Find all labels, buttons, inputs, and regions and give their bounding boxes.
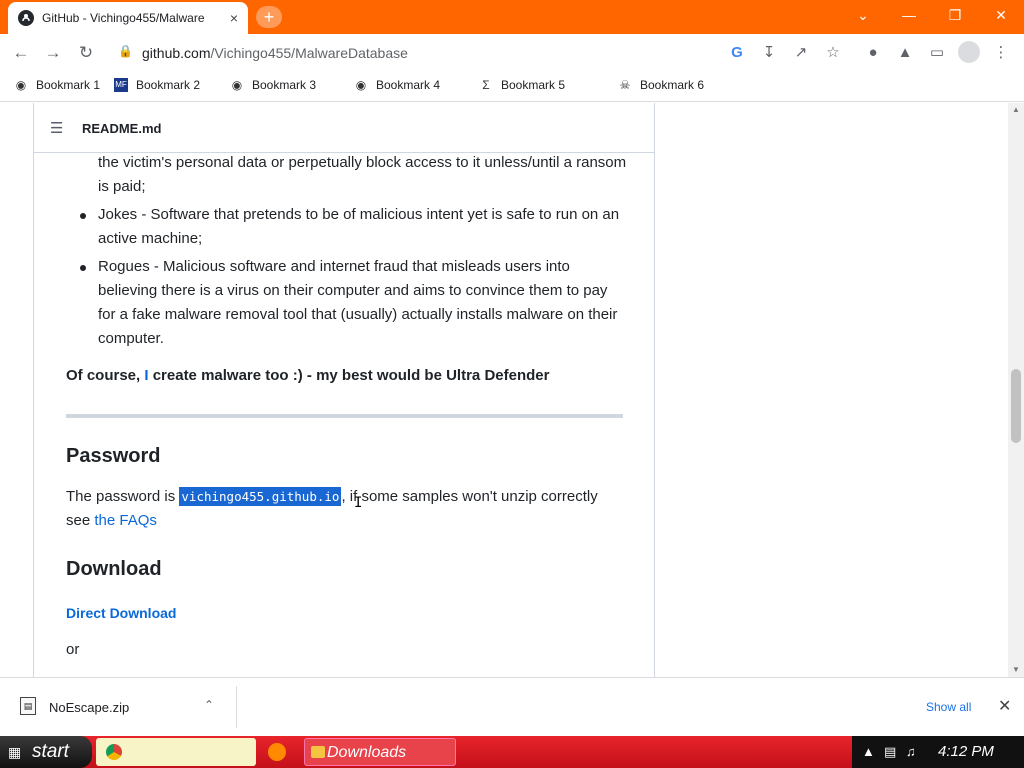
- scrollbar-thumb[interactable]: [1011, 369, 1021, 443]
- password-heading: Password: [66, 445, 161, 467]
- shelf-divider: [236, 686, 237, 728]
- list-unordered-icon[interactable]: ☰: [50, 119, 63, 137]
- bold-suffix: create malware too :) - my best would be…: [148, 367, 550, 384]
- taskbar-chrome[interactable]: [96, 738, 256, 766]
- volume-icon[interactable]: ♫: [906, 744, 916, 759]
- bookmark-item[interactable]: ☠ Bookmark 6: [618, 78, 704, 92]
- download-heading: Download: [66, 558, 162, 580]
- text-cursor-icon: I: [354, 495, 363, 511]
- taskbar-firefox[interactable]: [264, 738, 302, 766]
- mediafire-icon: MF: [114, 78, 128, 92]
- bullet-point: [80, 213, 86, 219]
- skull-icon: ☠: [619, 78, 631, 92]
- url-host: github.com: [142, 45, 211, 61]
- browser-toolbar: ← → ↻ 🔒 github.com/Vichingo455/MalwareDa…: [0, 34, 1024, 72]
- bookmark-item[interactable]: Σ Bookmark 5: [479, 78, 565, 92]
- bookmark-label: Bookmark 1: [36, 78, 101, 92]
- show-all-button[interactable]: Show all: [926, 700, 971, 714]
- system-tray: ▲ ▤ ♫ 4:12 PM: [852, 736, 1024, 768]
- start-button[interactable]: ▦ start: [0, 736, 92, 768]
- bookmark-item[interactable]: ◉ Bookmark 1: [14, 78, 100, 92]
- tab-close-icon[interactable]: ×: [230, 10, 238, 26]
- page-viewport: ☰ README.md the victim's personal data o…: [0, 103, 1008, 677]
- extensions-puzzle-icon[interactable]: ▲: [894, 42, 916, 64]
- restore-button[interactable]: ❐: [932, 0, 978, 30]
- bookmark-label: Bookmark 3: [252, 78, 317, 92]
- extension-flag-icon[interactable]: ●: [862, 42, 884, 64]
- profile-avatar[interactable]: [958, 41, 980, 63]
- bookmark-item[interactable]: ◉ Bookmark 3: [230, 78, 316, 92]
- zip-file-icon: ▤: [20, 697, 36, 715]
- install-app-icon[interactable]: ↧: [758, 42, 780, 64]
- bookmarks-bar: ◉ Bookmark 1 MF Bookmark 2 ◉ Bookmark 3 …: [0, 72, 1024, 102]
- url-path: /Vichingo455/MalwareDatabase: [210, 45, 408, 61]
- horizontal-rule: [66, 414, 623, 418]
- forward-arrow-icon[interactable]: →: [42, 42, 64, 64]
- faq-link[interactable]: the FAQs: [94, 512, 157, 529]
- bold-prefix: Of course,: [66, 367, 145, 384]
- network-icon[interactable]: ▤: [884, 744, 896, 760]
- globe-icon: ◉: [231, 78, 243, 92]
- bullet-point: [80, 265, 86, 271]
- tab-title: GitHub - Vichingo455/Malware: [42, 11, 205, 25]
- page-scrollbar[interactable]: ▲ ▼: [1008, 103, 1024, 677]
- readme-header: ☰ README.md: [34, 103, 654, 153]
- reload-icon[interactable]: ↻: [75, 42, 97, 64]
- share-icon[interactable]: ↗: [790, 42, 812, 64]
- password-code[interactable]: vichingo455.github.io: [179, 487, 342, 506]
- google-lens-icon[interactable]: G: [726, 42, 748, 64]
- bookmark-item[interactable]: MF Bookmark 2: [114, 78, 200, 92]
- ultra-defender-line: Of course, I create malware too :) - my …: [66, 367, 549, 384]
- start-label: start: [32, 741, 69, 762]
- sigma-icon: Σ: [482, 78, 490, 92]
- list-item: Jokes - Software that pretends to be of …: [98, 206, 620, 247]
- github-icon: [18, 10, 34, 26]
- url-text: github.com/Vichingo455/MalwareDatabase: [142, 45, 408, 61]
- bookmark-label: Bookmark 2: [136, 78, 201, 92]
- new-tab-button[interactable]: +: [256, 6, 282, 28]
- back-arrow-icon[interactable]: ←: [10, 42, 32, 64]
- globe-icon: ◉: [15, 78, 27, 92]
- tray-arrow-icon[interactable]: ▲: [862, 744, 875, 759]
- list-item: the victim's personal data or perpetuall…: [98, 154, 627, 195]
- firefox-icon: [268, 743, 286, 761]
- password-paragraph: The password is vichingo455.github.io, i…: [66, 485, 626, 533]
- lock-icon[interactable]: 🔒: [118, 44, 133, 58]
- close-window-button[interactable]: ✕: [978, 0, 1024, 30]
- password-prefix: The password is: [66, 488, 180, 505]
- bookmark-label: Bookmark 6: [640, 78, 705, 92]
- close-shelf-icon[interactable]: ✕: [998, 696, 1011, 716]
- globe-icon: ◉: [355, 78, 367, 92]
- readme-filename: README.md: [82, 121, 162, 136]
- chrome-icon: [106, 744, 122, 760]
- direct-download-link[interactable]: Direct Download: [66, 605, 176, 621]
- minimize-button[interactable]: —: [886, 0, 932, 30]
- taskbar-downloads[interactable]: Downloads: [304, 738, 456, 766]
- side-panel-icon[interactable]: ▭: [926, 42, 948, 64]
- tab-search-icon[interactable]: ⌄: [840, 0, 886, 30]
- or-text: or: [66, 641, 80, 658]
- taskbar: ▦ start Downloads ▲ ▤ ♫ 4:12 PM: [0, 736, 1024, 768]
- tab-strip: GitHub - Vichingo455/Malware × + ⌄ — ❐ ✕: [0, 0, 1024, 34]
- download-filename[interactable]: NoEscape.zip: [49, 700, 129, 715]
- bookmark-label: Bookmark 5: [501, 78, 566, 92]
- download-shelf: ▤ NoEscape.zip ⌃ Show all ✕: [0, 677, 1024, 735]
- bookmark-label: Bookmark 4: [376, 78, 441, 92]
- list-item: Rogues - Malicious software and internet…: [98, 258, 618, 347]
- tab-github[interactable]: GitHub - Vichingo455/Malware ×: [8, 2, 248, 34]
- windows-flag-icon: ▦: [8, 744, 22, 760]
- chevron-up-icon[interactable]: ⌃: [204, 698, 214, 712]
- bookmark-star-icon[interactable]: ☆: [822, 42, 844, 64]
- readme-panel: ☰ README.md the victim's personal data o…: [33, 103, 655, 677]
- scroll-down-icon[interactable]: ▼: [1008, 663, 1024, 677]
- scroll-up-icon[interactable]: ▲: [1008, 103, 1024, 117]
- menu-dots-icon[interactable]: ⋮: [990, 42, 1012, 64]
- downloads-label: Downloads: [327, 744, 407, 761]
- bookmark-item[interactable]: ◉ Bookmark 4: [354, 78, 440, 92]
- folder-icon: [311, 746, 325, 758]
- clock: 4:12 PM: [938, 743, 994, 760]
